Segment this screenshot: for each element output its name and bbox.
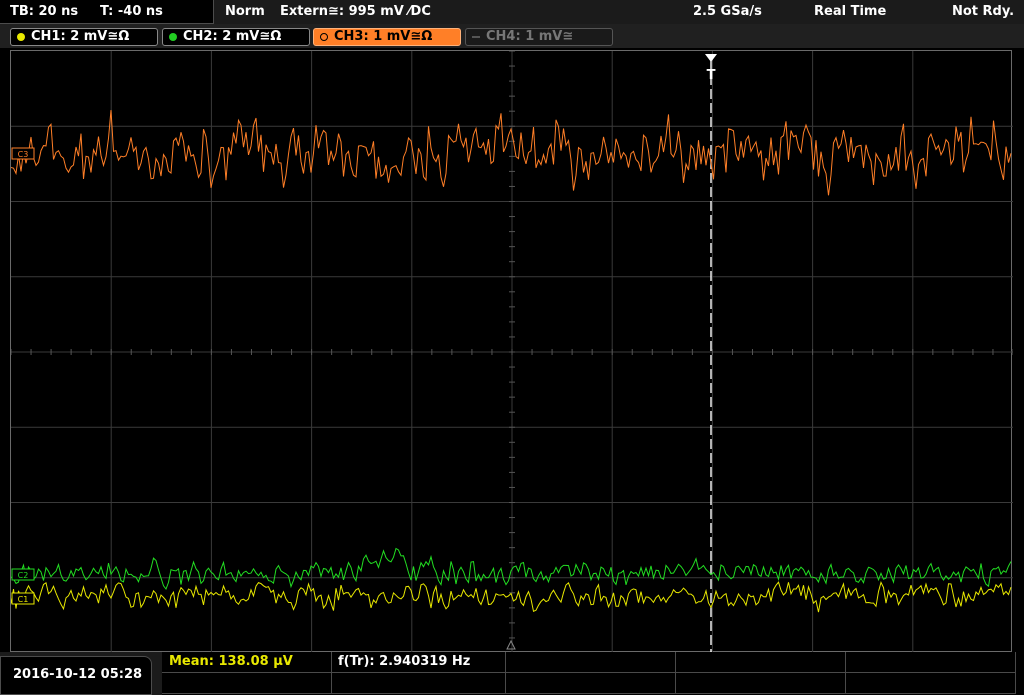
measurement-cell-empty[interactable] [162,673,332,694]
timebase-panel[interactable]: TB: 20 ns T: -40 ns [0,0,214,24]
timebase-label: TB: 20 ns [10,4,79,19]
ch3-offset-marker[interactable]: C3 [11,147,35,160]
channel-bar: CH1: 2 mV≅Ω CH2: 2 mV≅Ω CH3: 1 mV≅Ω CH4:… [0,24,1024,48]
ch4-dash-icon [472,36,480,38]
datetime-panel: 2016-10-12 05:28 [0,656,152,695]
measurement-table[interactable]: Mean: 138.08 µV f(Tr): 2.940319 Hz [162,652,1024,695]
channel-tab-ch1[interactable]: CH1: 2 mV≅Ω [10,28,158,46]
measurement-cell-empty[interactable] [506,673,676,694]
waveform-canvas[interactable]: T C3 C2 C1 [11,51,1013,653]
ch2-offset-marker[interactable]: C2 [11,568,35,581]
measurement-cell-empty[interactable] [846,652,1016,673]
ch1-marker-label: C1 [18,595,29,604]
ch3-waveform [11,110,1012,196]
measurement-cell-empty[interactable] [846,673,1016,694]
trigger-level-icon [506,639,516,650]
channel-tab-ch3-label: CH3: 1 mV≅Ω [334,29,433,44]
channel-tab-ch3[interactable]: CH3: 1 mV≅Ω [313,28,461,46]
datetime-label: 2016-10-12 05:28 [13,667,143,682]
ch2-dot-icon [169,33,177,41]
waveform-display[interactable]: T C3 C2 C1 [10,50,1013,653]
measurement-cell-mean[interactable]: Mean: 138.08 µV [162,652,332,673]
ch2-marker-label: C2 [18,571,29,580]
ch3-dot-icon [320,33,328,41]
trigger-marker-label: T [707,68,716,83]
ch1-dot-icon [17,33,25,41]
measurement-cell-empty[interactable] [676,673,846,694]
trigger-mode-label[interactable]: Norm [225,4,265,20]
measurement-cell-empty[interactable] [676,652,846,673]
footer-bar: 2016-10-12 05:28 Mean: 138.08 µV f(Tr): … [0,652,1024,695]
channel-tab-ch2[interactable]: CH2: 2 mV≅Ω [162,28,310,46]
ch3-marker-label: C3 [18,150,29,159]
acquisition-mode-label[interactable]: Real Time [814,4,886,20]
acquisition-status-label: Not Rdy. [952,4,1015,19]
channel-tab-ch2-label: CH2: 2 mV≅Ω [183,29,282,44]
measurement-mean-value: Mean: 138.08 µV [169,654,293,669]
graticule [11,51,1013,653]
trigger-source-label[interactable]: Extern≅: 995 mV ⁄DC [280,4,431,20]
channel-tab-ch4-label: CH4: 1 mV≅ [486,29,574,44]
ch1-offset-marker[interactable]: C1 [11,592,35,605]
trigger-time-label: T: -40 ns [100,4,163,19]
channel-tab-ch4[interactable]: CH4: 1 mV≅ [465,28,613,46]
sample-rate-label[interactable]: 2.5 GSa/s [693,4,762,20]
measurement-cell-empty[interactable] [506,652,676,673]
status-bar: TB: 20 ns T: -40 ns Norm Extern≅: 995 mV… [0,0,1024,24]
channel-tab-ch1-label: CH1: 2 mV≅Ω [31,29,130,44]
ch2-waveform [11,547,1012,591]
measurement-cell-empty[interactable] [332,673,506,694]
trigger-position-icon[interactable] [705,54,717,62]
measurement-cell-freq[interactable]: f(Tr): 2.940319 Hz [332,652,506,673]
measurement-freq-value: f(Tr): 2.940319 Hz [338,654,471,669]
